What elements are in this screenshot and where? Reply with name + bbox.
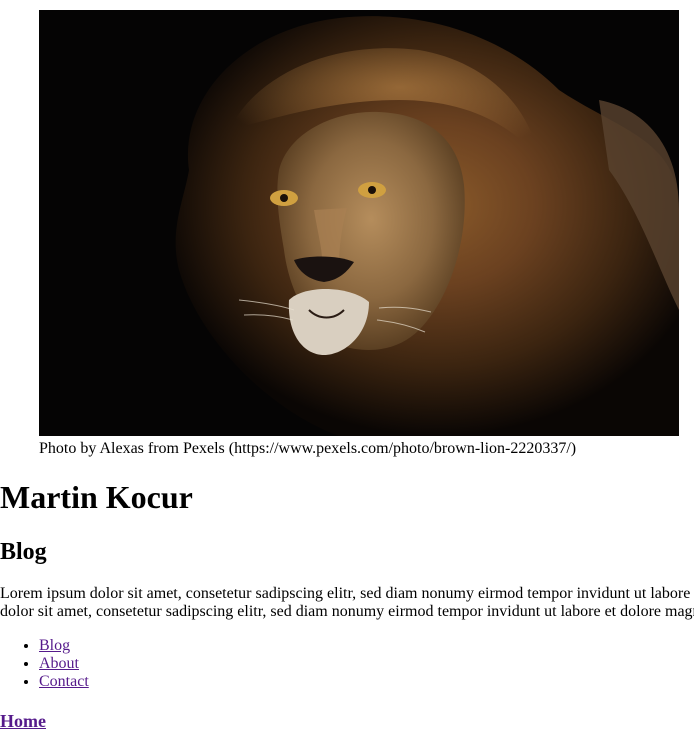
page-heading: Blog [0,539,47,565]
photo-caption: Photo by Alexas from Pexels (https://www… [39,440,577,457]
hero-photo [39,10,679,436]
intro-paragraph: Lorem ipsum dolor sit amet, consetetur s… [0,585,694,621]
home-link[interactable]: Home [0,711,46,731]
nav-link-blog[interactable]: Blog [39,637,70,654]
home-heading: Home [0,711,46,732]
site-title: Martin Kocur [0,479,193,515]
nav-link-contact[interactable]: Contact [39,673,89,690]
intro-line-2: dolor sit amet, consetetur sadipscing el… [0,603,694,620]
intro-line-1: Lorem ipsum dolor sit amet, consetetur s… [0,585,694,602]
nav-link-about[interactable]: About [39,655,79,672]
main-nav: Blog About Contact [0,637,89,691]
nav-item-about: About [39,655,89,673]
nav-item-contact: Contact [39,673,89,691]
nav-item-blog: Blog [39,637,89,655]
hero-figure [39,10,679,436]
